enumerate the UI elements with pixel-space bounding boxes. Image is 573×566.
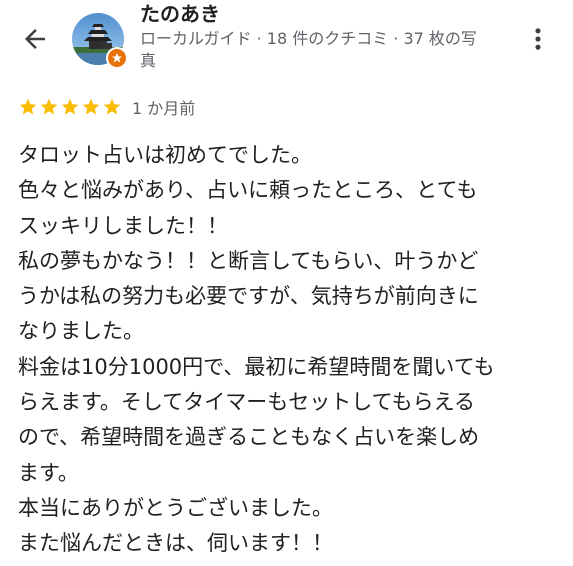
star-rating [18, 97, 122, 117]
review-line: タロット占いは初めてでした。 [18, 143, 312, 167]
star-icon [103, 98, 121, 115]
reviewer-avatar[interactable] [72, 13, 128, 69]
star-icon [40, 98, 58, 115]
review-line: また悩んだときは、伺います！！ [18, 531, 333, 556]
review-line: スッキリしました！！ [18, 213, 228, 238]
local-guide-star-icon [112, 53, 122, 63]
reviewer-meta-line2: 真 [140, 51, 157, 70]
review-line: ます。 [18, 460, 79, 485]
review-text: タロット占いは初めてでした。色々と悩みがあり、占いに頼ったところ、とても スッキリ… [18, 138, 563, 562]
reviewer-meta-line1: ローカルガイド · 18 件のクチコミ · 37 枚の写 [140, 29, 477, 48]
star-icon [19, 98, 37, 115]
review-line: 色々と悩みがあり、占いに頼ったところ、とても [18, 178, 478, 203]
review-line: 私の夢もかなう！！と断言してもらい、叶うかど [18, 248, 479, 273]
review-line: 本当にありがとうございました。 [18, 495, 333, 520]
review-line: 料金は10分1000円で、最初に希望時間を聞いても [18, 354, 495, 379]
star-icon [61, 98, 79, 115]
review-line: なりました。 [18, 319, 144, 344]
review-header: たのあき ローカルガイド · 18 件のクチコミ · 37 枚の写 真 [0, 0, 573, 86]
rating-row: 1 か月前 [18, 96, 195, 118]
reviewer-meta: ローカルガイド · 18 件のクチコミ · 37 枚の写 真 [140, 28, 510, 72]
local-guide-badge [106, 47, 128, 69]
arrow-back-icon[interactable] [20, 24, 50, 54]
review-line: ので、希望時間を過ぎることもなく占いを楽しめ [18, 425, 480, 450]
star-icon [82, 98, 100, 115]
reviewer-name[interactable]: たのあき [140, 1, 220, 27]
review-line: らえます。そしてタイマーもセットしてもらえる [18, 390, 475, 415]
more-vert-icon[interactable] [524, 22, 552, 56]
review-line: うかは私の努力も必要ですが、気持ちが前向きに [18, 284, 479, 309]
review-date: 1 か月前 [132, 99, 196, 118]
